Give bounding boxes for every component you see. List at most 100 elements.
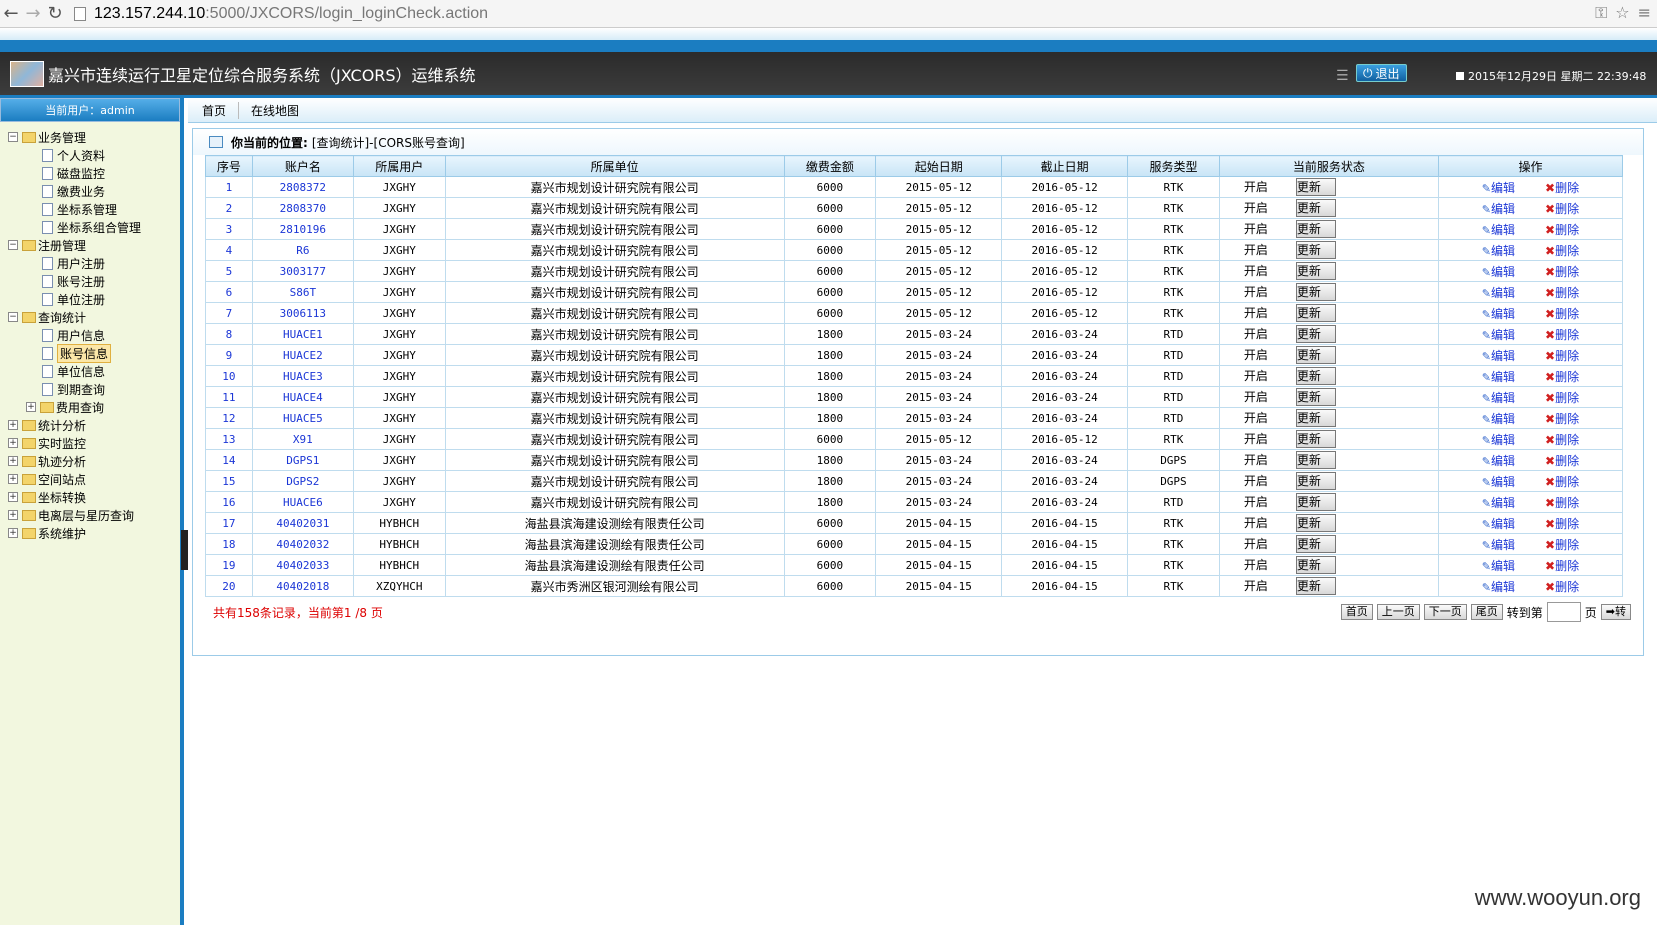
sidebar-group[interactable]: + 空间站点: [0, 470, 180, 488]
sidebar-group[interactable]: + 轨迹分析: [0, 452, 180, 470]
sidebar-group[interactable]: − 注册管理: [0, 236, 180, 254]
forward-icon[interactable]: →: [22, 3, 44, 25]
tab-online-map[interactable]: 在线地图: [239, 102, 311, 119]
edit-link[interactable]: ✎编辑: [1482, 389, 1515, 406]
update-button[interactable]: 更新: [1295, 241, 1336, 259]
update-button[interactable]: 更新: [1295, 325, 1336, 343]
delete-link[interactable]: ✖删除: [1545, 326, 1579, 343]
cell-account[interactable]: 3003177: [251, 260, 354, 282]
update-button[interactable]: 更新: [1295, 220, 1336, 238]
delete-link[interactable]: ✖删除: [1545, 179, 1579, 196]
edit-link[interactable]: ✎编辑: [1482, 347, 1515, 364]
reload-icon[interactable]: ↻: [44, 3, 66, 25]
sidebar-item[interactable]: 账号信息: [0, 343, 180, 363]
update-button[interactable]: 更新: [1295, 493, 1336, 511]
sidebar-group[interactable]: − 业务管理: [0, 128, 180, 146]
edit-link[interactable]: ✎编辑: [1482, 557, 1515, 574]
key-icon[interactable]: ⚿: [1595, 3, 1607, 23]
delete-link[interactable]: ✖删除: [1545, 284, 1579, 301]
sidebar-group[interactable]: + 实时监控: [0, 434, 180, 452]
first-page-button[interactable]: 首页: [1340, 604, 1373, 620]
update-button[interactable]: 更新: [1295, 262, 1336, 280]
sidebar-item[interactable]: 坐标系组合管理: [0, 218, 180, 236]
sidebar-item[interactable]: 磁盘监控: [0, 164, 180, 182]
delete-link[interactable]: ✖删除: [1545, 410, 1579, 427]
sidebar-item[interactable]: + 费用查询: [0, 398, 180, 416]
sidebar-item[interactable]: 单位注册: [0, 290, 180, 308]
update-button[interactable]: 更新: [1295, 451, 1336, 469]
edit-link[interactable]: ✎编辑: [1482, 515, 1515, 532]
delete-link[interactable]: ✖删除: [1545, 368, 1579, 385]
edit-link[interactable]: ✎编辑: [1482, 305, 1515, 322]
update-button[interactable]: 更新: [1295, 283, 1336, 301]
prev-page-button[interactable]: 上一页: [1376, 604, 1420, 620]
delete-link[interactable]: ✖删除: [1545, 347, 1579, 364]
back-icon[interactable]: ←: [0, 3, 22, 25]
delete-link[interactable]: ✖删除: [1545, 578, 1579, 595]
update-button[interactable]: 更新: [1295, 577, 1336, 595]
delete-link[interactable]: ✖删除: [1545, 452, 1579, 469]
update-button[interactable]: 更新: [1295, 409, 1336, 427]
update-button[interactable]: 更新: [1295, 199, 1336, 217]
sidebar-item[interactable]: 单位信息: [0, 362, 180, 380]
update-button[interactable]: 更新: [1295, 388, 1336, 406]
cell-account[interactable]: HUACE3: [251, 365, 354, 387]
edit-link[interactable]: ✎编辑: [1482, 368, 1515, 385]
cell-account[interactable]: 40402032: [251, 533, 354, 555]
next-page-button[interactable]: 下一页: [1423, 604, 1467, 620]
cell-account[interactable]: HUACE6: [251, 491, 354, 513]
cell-account[interactable]: HUACE5: [251, 407, 354, 429]
sidebar-item[interactable]: 到期查询: [0, 380, 180, 398]
delete-link[interactable]: ✖删除: [1545, 221, 1579, 238]
page-number-input[interactable]: [1546, 602, 1581, 622]
edit-link[interactable]: ✎编辑: [1482, 200, 1515, 217]
sidebar-group[interactable]: − 查询统计: [0, 308, 180, 326]
cell-account[interactable]: 2810196: [251, 218, 354, 240]
edit-link[interactable]: ✎编辑: [1482, 452, 1515, 469]
edit-link[interactable]: ✎编辑: [1482, 242, 1515, 259]
toggle-icon[interactable]: +: [8, 420, 18, 430]
delete-link[interactable]: ✖删除: [1545, 263, 1579, 280]
toggle-icon[interactable]: +: [8, 438, 18, 448]
edit-link[interactable]: ✎编辑: [1482, 431, 1515, 448]
edit-link[interactable]: ✎编辑: [1482, 578, 1515, 595]
toggle-icon[interactable]: −: [8, 132, 18, 142]
delete-link[interactable]: ✖删除: [1545, 242, 1579, 259]
toggle-icon[interactable]: +: [8, 528, 18, 538]
go-button[interactable]: ➡转: [1600, 604, 1631, 620]
update-button[interactable]: 更新: [1295, 535, 1336, 553]
delete-link[interactable]: ✖删除: [1545, 200, 1579, 217]
delete-link[interactable]: ✖删除: [1545, 431, 1579, 448]
sidebar-item[interactable]: 用户信息: [0, 326, 180, 344]
cell-account[interactable]: 40402033: [251, 554, 354, 576]
cell-account[interactable]: X91: [251, 428, 354, 450]
toggle-icon[interactable]: −: [8, 240, 18, 250]
delete-link[interactable]: ✖删除: [1545, 473, 1579, 490]
cell-account[interactable]: 40402018: [251, 575, 354, 597]
update-button[interactable]: 更新: [1295, 346, 1336, 364]
update-button[interactable]: 更新: [1295, 367, 1336, 385]
cell-account[interactable]: 3006113: [251, 302, 354, 324]
sidebar-collapse-handle[interactable]: [181, 530, 188, 570]
cell-account[interactable]: HUACE2: [251, 344, 354, 366]
toggle-icon[interactable]: +: [8, 492, 18, 502]
delete-link[interactable]: ✖删除: [1545, 494, 1579, 511]
edit-link[interactable]: ✎编辑: [1482, 179, 1515, 196]
sidebar-item[interactable]: 个人资料: [0, 146, 180, 164]
sidebar-group[interactable]: + 系统维护: [0, 524, 180, 542]
edit-link[interactable]: ✎编辑: [1482, 410, 1515, 427]
delete-link[interactable]: ✖删除: [1545, 305, 1579, 322]
list-icon[interactable]: ☰: [1336, 68, 1349, 84]
update-button[interactable]: 更新: [1295, 430, 1336, 448]
toggle-icon[interactable]: +: [8, 510, 18, 520]
toggle-icon[interactable]: +: [26, 402, 36, 412]
delete-link[interactable]: ✖删除: [1545, 515, 1579, 532]
address-bar[interactable]: 123.157.244.10:5000/JXCORS/login_loginCh…: [72, 2, 1592, 26]
delete-link[interactable]: ✖删除: [1545, 557, 1579, 574]
edit-link[interactable]: ✎编辑: [1482, 221, 1515, 238]
cell-account[interactable]: DGPS2: [251, 470, 354, 492]
delete-link[interactable]: ✖删除: [1545, 536, 1579, 553]
cell-account[interactable]: 2808372: [251, 176, 354, 198]
cell-account[interactable]: R6: [251, 239, 354, 261]
edit-link[interactable]: ✎编辑: [1482, 473, 1515, 490]
